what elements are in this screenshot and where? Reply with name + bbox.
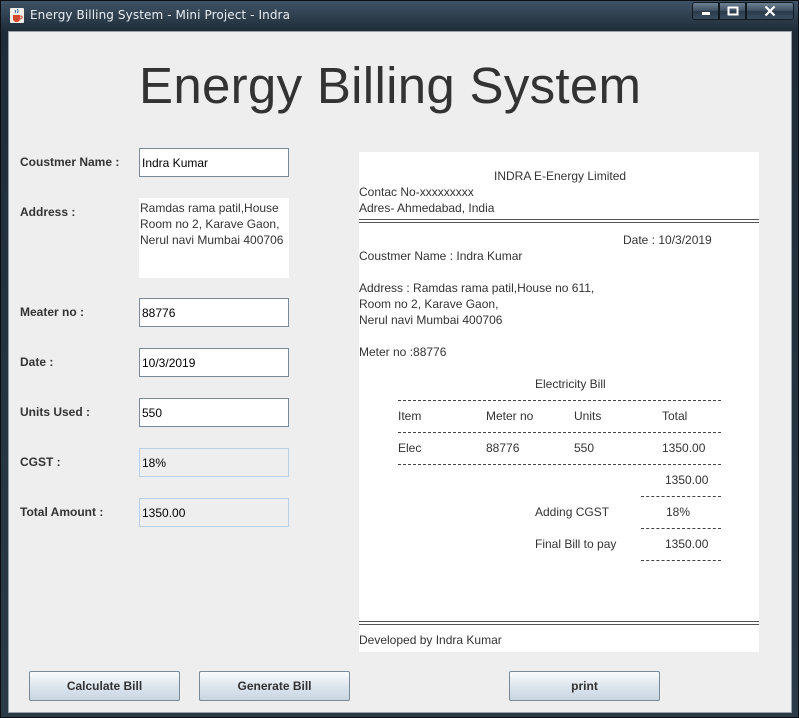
cgst-field: 18% xyxy=(139,448,289,477)
date-label: Date : xyxy=(20,355,54,369)
receipt-col-header: Item xyxy=(398,409,422,423)
receipt-customer: Coustmer Name : Indra Kumar xyxy=(359,249,523,263)
address-label: Address : xyxy=(20,205,76,219)
units-used-label: Units Used : xyxy=(20,405,91,419)
receipt-dashed-line xyxy=(398,464,721,465)
receipt-subtotal: 1350.00 xyxy=(665,473,709,487)
receipt-col-header: Units xyxy=(574,409,602,423)
receipt-final-value: 1350.00 xyxy=(665,537,709,551)
receipt-address-line: Room no 2, Karave Gaon, xyxy=(359,297,499,311)
total-amount-field: 1350.00 xyxy=(139,498,289,527)
app-window: Energy Billing System - Mini Project - I… xyxy=(0,0,799,718)
receipt-final-label: Final Bill to pay xyxy=(535,537,617,551)
minimize-icon xyxy=(701,12,710,15)
receipt-contact: Contac No-xxxxxxxxx xyxy=(359,185,474,199)
receipt-cell: 550 xyxy=(574,441,595,455)
generate-bill-button[interactable]: Generate Bill xyxy=(199,671,350,701)
receipt-dashed-line xyxy=(398,400,721,401)
close-icon xyxy=(764,5,776,17)
receipt-cell: Elec xyxy=(398,441,422,455)
print-button[interactable]: print xyxy=(509,671,660,701)
calculate-bill-button[interactable]: Calculate Bill xyxy=(29,671,180,701)
meter-no-field[interactable]: 88776 xyxy=(139,298,289,327)
receipt-date: Date : 10/3/2019 xyxy=(623,233,712,247)
receipt-cgst-value: 18% xyxy=(666,505,691,519)
receipt-meter: Meter no :88776 xyxy=(359,345,447,359)
close-button[interactable] xyxy=(746,2,794,20)
window-title: Energy Billing System - Mini Project - I… xyxy=(30,8,291,22)
date-field[interactable]: 10/3/2019 xyxy=(139,348,289,377)
total-amount-label: Total Amount : xyxy=(20,505,104,519)
units-used-field[interactable]: 550 xyxy=(139,398,289,427)
meter-no-label: Meater no : xyxy=(20,305,85,319)
receipt-address-line: Nerul navi Mumbai 400706 xyxy=(359,313,503,327)
customer-name-field[interactable]: Indra Kumar xyxy=(139,148,289,177)
receipt-col-header: Total xyxy=(662,409,688,423)
address-line: Room no 2, Karave Gaon, xyxy=(140,217,280,231)
address-line: Ramdas rama patil,House xyxy=(140,201,279,215)
receipt-address-header: Adres- Ahmedabad, India xyxy=(359,201,495,215)
maximize-icon xyxy=(727,6,738,16)
java-cup-icon xyxy=(10,8,24,23)
receipt-dashed-line xyxy=(398,432,721,433)
address-textarea[interactable]: Ramdas rama patil,House Room no 2, Karav… xyxy=(139,198,289,278)
maximize-button[interactable] xyxy=(719,2,746,20)
receipt-dashed-line xyxy=(641,496,721,497)
main-panel: Energy Billing System Coustmer Name : In… xyxy=(8,31,792,713)
receipt-bill-title: Electricity Bill xyxy=(535,377,606,391)
bill-preview-area[interactable]: INDRA E-Energy Limited Contac No-xxxxxxx… xyxy=(359,152,759,652)
address-line: Nerul navi Mumbai 400706 xyxy=(140,233,284,247)
receipt-dashed-line xyxy=(641,528,721,529)
receipt-separator xyxy=(359,219,759,225)
receipt-dashed-line xyxy=(641,560,721,561)
receipt-cgst-label: Adding CGST xyxy=(535,505,610,519)
title-bar[interactable]: Energy Billing System - Mini Project - I… xyxy=(1,1,798,31)
page-title: Energy Billing System xyxy=(139,57,642,114)
receipt-company: INDRA E-Energy Limited xyxy=(494,169,627,183)
customer-name-label: Coustmer Name : xyxy=(20,155,120,169)
receipt-footer: Developed by Indra Kumar xyxy=(359,633,502,647)
cgst-label: CGST : xyxy=(20,455,61,469)
receipt-address-line: Address : Ramdas rama patil,House no 611… xyxy=(359,281,595,295)
receipt-col-header: Meter no xyxy=(486,409,534,423)
receipt-cell: 88776 xyxy=(486,441,520,455)
receipt-cell: 1350.00 xyxy=(662,441,706,455)
receipt-separator xyxy=(359,621,759,627)
minimize-button[interactable] xyxy=(692,2,719,20)
